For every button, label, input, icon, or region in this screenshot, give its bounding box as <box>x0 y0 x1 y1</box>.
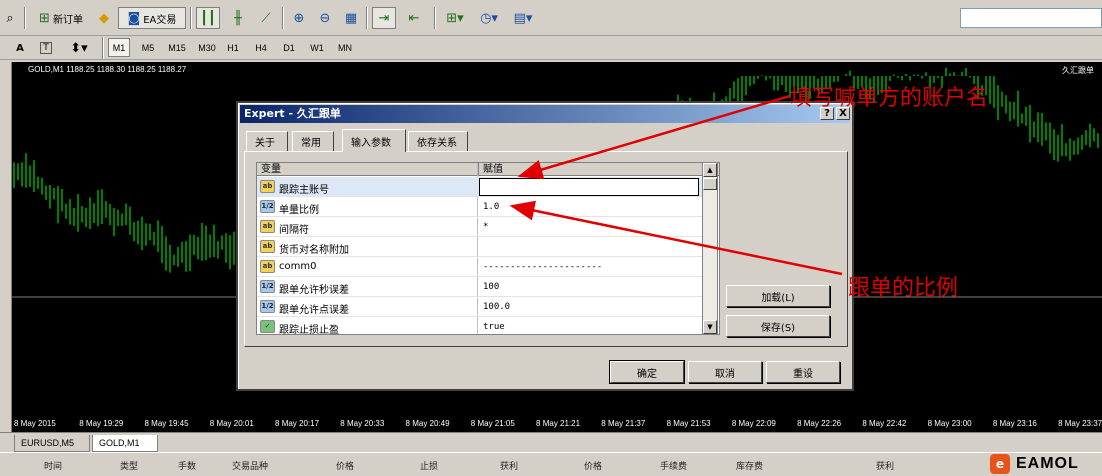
timeframe-m30[interactable]: M30 <box>194 38 220 57</box>
timeframe-m5[interactable]: M5 <box>137 38 159 57</box>
eamol-watermark: e EAMOL <box>990 452 1102 476</box>
timeframe-m1[interactable]: M1 <box>108 38 130 57</box>
eamol-logo-text: EAMOL <box>1016 455 1079 472</box>
timeframe-mn[interactable]: MN <box>334 38 356 57</box>
tab-inputs[interactable]: 输入参数 <box>342 129 406 152</box>
timeframe-d1[interactable]: D1 <box>278 38 300 57</box>
timeframe-h1[interactable]: H1 <box>222 38 244 57</box>
mt4-window: ⌕ ⊞ 新订单 ◆ ◙ EA交易 ┃┃ ╫ ⟋ ⊕ ⊖ ▦ ⇥ ⇤ ⊞▾ ◷▾ … <box>0 0 1102 476</box>
arrow-to-ratio-field <box>509 200 843 276</box>
annotation-arrows <box>509 94 843 276</box>
eamol-logo-icon: e <box>990 454 1010 474</box>
timeframe-m15[interactable]: M15 <box>164 38 190 57</box>
timeframe-w1[interactable]: W1 <box>306 38 328 57</box>
arrow-to-account-field <box>517 94 791 180</box>
timeframe-h4[interactable]: H4 <box>250 38 272 57</box>
